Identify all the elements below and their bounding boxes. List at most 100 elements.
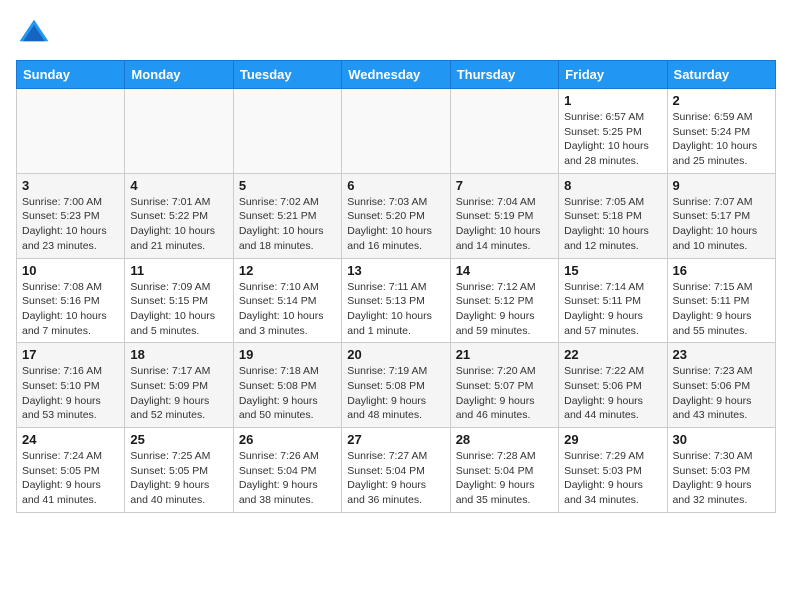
- calendar-cell: [125, 89, 233, 174]
- day-number: 11: [130, 263, 227, 278]
- day-info: Sunrise: 7:20 AM Sunset: 5:07 PM Dayligh…: [456, 364, 553, 423]
- day-number: 27: [347, 432, 444, 447]
- calendar-cell: 25 Sunrise: 7:25 AM Sunset: 5:05 PM Dayli…: [125, 428, 233, 513]
- day-number: 26: [239, 432, 336, 447]
- calendar-cell: 27 Sunrise: 7:27 AM Sunset: 5:04 PM Dayli…: [342, 428, 450, 513]
- calendar-cell: 1Sunrise: 6:57 AM Sunset: 5:25 PM Daylig…: [559, 89, 667, 174]
- day-number: 23: [673, 347, 770, 362]
- calendar-cell: [233, 89, 341, 174]
- logo-icon: [16, 16, 52, 52]
- calendar-cell: 9 Sunrise: 7:07 AM Sunset: 5:17 PM Daylig…: [667, 173, 775, 258]
- day-number: 28: [456, 432, 553, 447]
- calendar-week-3: 10 Sunrise: 7:08 AM Sunset: 5:16 PM Dayli…: [17, 258, 776, 343]
- calendar-cell: 20 Sunrise: 7:19 AM Sunset: 5:08 PM Dayli…: [342, 343, 450, 428]
- day-number: 29: [564, 432, 661, 447]
- calendar-cell: 16 Sunrise: 7:15 AM Sunset: 5:11 PM Dayli…: [667, 258, 775, 343]
- calendar-cell: 23 Sunrise: 7:23 AM Sunset: 5:06 PM Dayli…: [667, 343, 775, 428]
- day-info: Sunrise: 7:10 AM Sunset: 5:14 PM Dayligh…: [239, 280, 336, 339]
- day-number: 8: [564, 178, 661, 193]
- calendar-cell: 18 Sunrise: 7:17 AM Sunset: 5:09 PM Dayli…: [125, 343, 233, 428]
- calendar-cell: 15 Sunrise: 7:14 AM Sunset: 5:11 PM Dayli…: [559, 258, 667, 343]
- day-info: Sunrise: 7:26 AM Sunset: 5:04 PM Dayligh…: [239, 449, 336, 508]
- calendar-cell: 17 Sunrise: 7:16 AM Sunset: 5:10 PM Dayli…: [17, 343, 125, 428]
- day-number: 3: [22, 178, 119, 193]
- calendar-cell: 8Sunrise: 7:05 AM Sunset: 5:18 PM Daylig…: [559, 173, 667, 258]
- day-info: Sunrise: 7:25 AM Sunset: 5:05 PM Dayligh…: [130, 449, 227, 508]
- day-info: Sunrise: 7:17 AM Sunset: 5:09 PM Dayligh…: [130, 364, 227, 423]
- calendar-cell: 14 Sunrise: 7:12 AM Sunset: 5:12 PM Dayli…: [450, 258, 558, 343]
- day-number: 16: [673, 263, 770, 278]
- day-number: 7: [456, 178, 553, 193]
- day-number: 6: [347, 178, 444, 193]
- day-info: Sunrise: 6:59 AM Sunset: 5:24 PM Dayligh…: [673, 110, 770, 169]
- day-info: Sunrise: 7:28 AM Sunset: 5:04 PM Dayligh…: [456, 449, 553, 508]
- day-number: 21: [456, 347, 553, 362]
- day-number: 4: [130, 178, 227, 193]
- day-info: Sunrise: 7:14 AM Sunset: 5:11 PM Dayligh…: [564, 280, 661, 339]
- day-info: Sunrise: 7:00 AM Sunset: 5:23 PM Dayligh…: [22, 195, 119, 254]
- day-info: Sunrise: 7:03 AM Sunset: 5:20 PM Dayligh…: [347, 195, 444, 254]
- day-info: Sunrise: 7:11 AM Sunset: 5:13 PM Dayligh…: [347, 280, 444, 339]
- day-info: Sunrise: 6:57 AM Sunset: 5:25 PM Dayligh…: [564, 110, 661, 169]
- calendar-cell: 21 Sunrise: 7:20 AM Sunset: 5:07 PM Dayli…: [450, 343, 558, 428]
- calendar-table: SundayMondayTuesdayWednesdayThursdayFrid…: [16, 60, 776, 513]
- calendar-cell: 10 Sunrise: 7:08 AM Sunset: 5:16 PM Dayli…: [17, 258, 125, 343]
- day-number: 10: [22, 263, 119, 278]
- calendar-cell: 22 Sunrise: 7:22 AM Sunset: 5:06 PM Dayli…: [559, 343, 667, 428]
- weekday-header-sunday: Sunday: [17, 61, 125, 89]
- calendar-cell: [450, 89, 558, 174]
- day-info: Sunrise: 7:15 AM Sunset: 5:11 PM Dayligh…: [673, 280, 770, 339]
- weekday-header-wednesday: Wednesday: [342, 61, 450, 89]
- calendar-week-5: 24Sunrise: 7:24 AM Sunset: 5:05 PM Dayli…: [17, 428, 776, 513]
- day-number: 12: [239, 263, 336, 278]
- calendar-week-2: 3 Sunrise: 7:00 AM Sunset: 5:23 PM Daylig…: [17, 173, 776, 258]
- calendar-cell: 6 Sunrise: 7:03 AM Sunset: 5:20 PM Daylig…: [342, 173, 450, 258]
- logo: [16, 16, 58, 52]
- weekday-header-saturday: Saturday: [667, 61, 775, 89]
- calendar-cell: 19 Sunrise: 7:18 AM Sunset: 5:08 PM Dayli…: [233, 343, 341, 428]
- day-number: 9: [673, 178, 770, 193]
- calendar-cell: [342, 89, 450, 174]
- weekday-header-thursday: Thursday: [450, 61, 558, 89]
- weekday-header-friday: Friday: [559, 61, 667, 89]
- day-info: Sunrise: 7:22 AM Sunset: 5:06 PM Dayligh…: [564, 364, 661, 423]
- calendar-body: 1Sunrise: 6:57 AM Sunset: 5:25 PM Daylig…: [17, 89, 776, 513]
- day-info: Sunrise: 7:12 AM Sunset: 5:12 PM Dayligh…: [456, 280, 553, 339]
- day-info: Sunrise: 7:19 AM Sunset: 5:08 PM Dayligh…: [347, 364, 444, 423]
- day-number: 22: [564, 347, 661, 362]
- calendar-cell: 11 Sunrise: 7:09 AM Sunset: 5:15 PM Dayli…: [125, 258, 233, 343]
- day-info: Sunrise: 7:27 AM Sunset: 5:04 PM Dayligh…: [347, 449, 444, 508]
- day-info: Sunrise: 7:08 AM Sunset: 5:16 PM Dayligh…: [22, 280, 119, 339]
- calendar-week-4: 17 Sunrise: 7:16 AM Sunset: 5:10 PM Dayli…: [17, 343, 776, 428]
- day-info: Sunrise: 7:01 AM Sunset: 5:22 PM Dayligh…: [130, 195, 227, 254]
- day-number: 14: [456, 263, 553, 278]
- calendar-week-1: 1Sunrise: 6:57 AM Sunset: 5:25 PM Daylig…: [17, 89, 776, 174]
- calendar-cell: 29 Sunrise: 7:29 AM Sunset: 5:03 PM Dayli…: [559, 428, 667, 513]
- day-info: Sunrise: 7:29 AM Sunset: 5:03 PM Dayligh…: [564, 449, 661, 508]
- day-number: 25: [130, 432, 227, 447]
- day-info: Sunrise: 7:18 AM Sunset: 5:08 PM Dayligh…: [239, 364, 336, 423]
- day-info: Sunrise: 7:09 AM Sunset: 5:15 PM Dayligh…: [130, 280, 227, 339]
- day-info: Sunrise: 7:07 AM Sunset: 5:17 PM Dayligh…: [673, 195, 770, 254]
- calendar-cell: 4 Sunrise: 7:01 AM Sunset: 5:22 PM Daylig…: [125, 173, 233, 258]
- day-number: 13: [347, 263, 444, 278]
- day-info: Sunrise: 7:24 AM Sunset: 5:05 PM Dayligh…: [22, 449, 119, 508]
- calendar-cell: 5Sunrise: 7:02 AM Sunset: 5:21 PM Daylig…: [233, 173, 341, 258]
- calendar-cell: 26 Sunrise: 7:26 AM Sunset: 5:04 PM Dayli…: [233, 428, 341, 513]
- day-info: Sunrise: 7:16 AM Sunset: 5:10 PM Dayligh…: [22, 364, 119, 423]
- day-info: Sunrise: 7:23 AM Sunset: 5:06 PM Dayligh…: [673, 364, 770, 423]
- calendar-cell: 3 Sunrise: 7:00 AM Sunset: 5:23 PM Daylig…: [17, 173, 125, 258]
- day-number: 15: [564, 263, 661, 278]
- day-info: Sunrise: 7:30 AM Sunset: 5:03 PM Dayligh…: [673, 449, 770, 508]
- day-info: Sunrise: 7:04 AM Sunset: 5:19 PM Dayligh…: [456, 195, 553, 254]
- day-number: 17: [22, 347, 119, 362]
- weekday-header-monday: Monday: [125, 61, 233, 89]
- day-number: 20: [347, 347, 444, 362]
- day-number: 18: [130, 347, 227, 362]
- calendar-header-row: SundayMondayTuesdayWednesdayThursdayFrid…: [17, 61, 776, 89]
- day-number: 30: [673, 432, 770, 447]
- page-header: [16, 16, 776, 52]
- day-number: 19: [239, 347, 336, 362]
- day-number: 5: [239, 178, 336, 193]
- calendar-cell: 30 Sunrise: 7:30 AM Sunset: 5:03 PM Dayli…: [667, 428, 775, 513]
